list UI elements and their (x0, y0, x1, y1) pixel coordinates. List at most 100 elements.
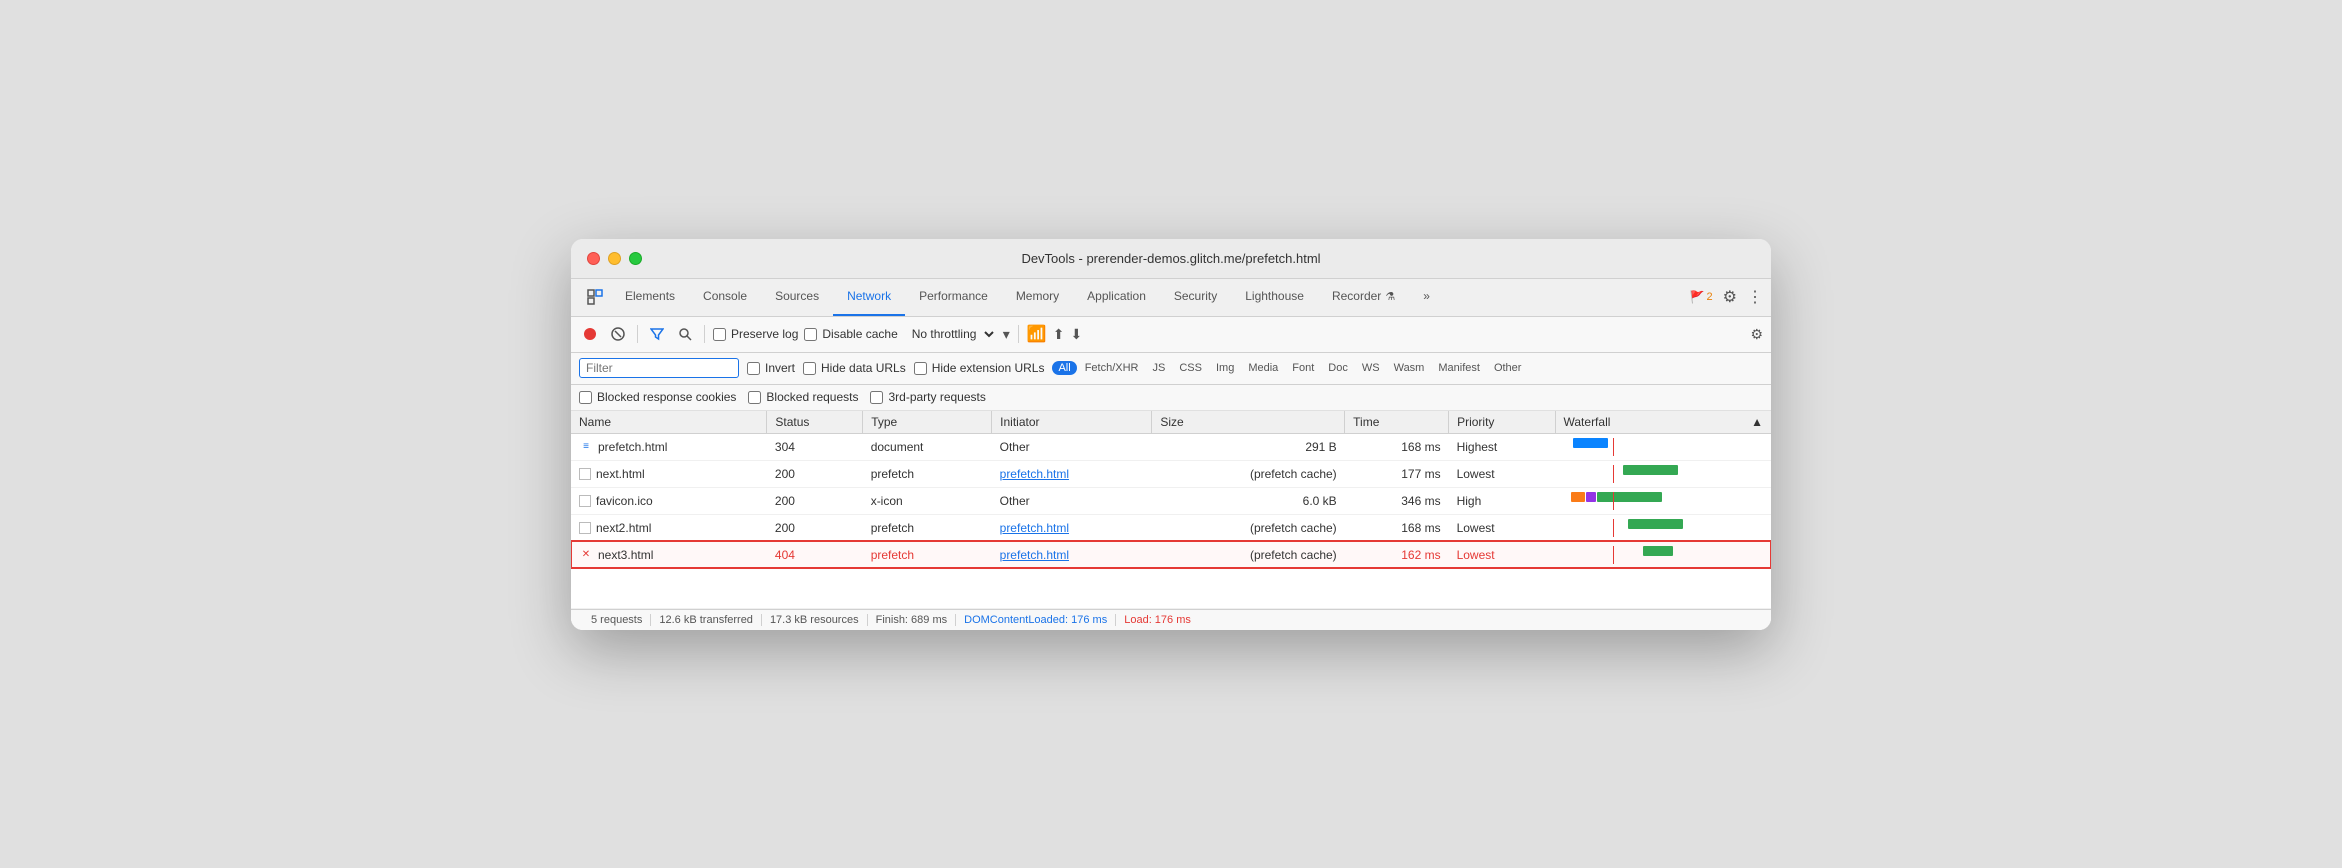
waterfall-bar-4 (1563, 519, 1763, 537)
table-row[interactable]: next2.html 200 prefetch prefetch.html (p… (571, 514, 1771, 541)
filter-row: Invert Hide data URLs Hide extension URL… (571, 353, 1771, 385)
col-size[interactable]: Size (1152, 411, 1345, 434)
resources-size: 17.3 kB resources (762, 614, 868, 626)
col-waterfall[interactable]: Waterfall ▲ (1555, 411, 1771, 434)
upload-icon[interactable]: ⬆ (1053, 326, 1065, 343)
filter-type-all[interactable]: All (1052, 361, 1076, 375)
tab-elements[interactable]: Elements (611, 278, 689, 316)
tabs-bar: Elements Console Sources Network Perform… (571, 279, 1771, 317)
doc-icon: ≡ (579, 440, 593, 454)
tab-more[interactable]: » (1409, 278, 1444, 316)
blocked-cookies-checkbox[interactable] (579, 391, 592, 404)
blocked-requests-label[interactable]: Blocked requests (748, 390, 858, 404)
dom-content-loaded: DOMContentLoaded: 176 ms (956, 614, 1116, 626)
table-row[interactable]: favicon.ico 200 x-icon Other 6.0 kB 346 … (571, 487, 1771, 514)
minimize-button[interactable] (608, 252, 621, 265)
tab-recorder[interactable]: Recorder ⚗ (1318, 278, 1409, 316)
filter-type-other[interactable]: Other (1488, 361, 1528, 375)
initiator-link[interactable]: prefetch.html (1000, 467, 1069, 481)
status-bar: 5 requests 12.6 kB transferred 17.3 kB r… (571, 609, 1771, 630)
more-button[interactable]: ⋮ (1747, 287, 1763, 307)
filter-type-manifest[interactable]: Manifest (1432, 361, 1486, 375)
clear-button[interactable] (607, 323, 629, 345)
col-type[interactable]: Type (863, 411, 992, 434)
hide-ext-checkbox[interactable] (914, 362, 927, 375)
col-status[interactable]: Status (767, 411, 863, 434)
hide-data-urls-checkbox[interactable] (803, 362, 816, 375)
third-party-checkbox[interactable] (870, 391, 883, 404)
filter-type-font[interactable]: Font (1286, 361, 1320, 375)
blocked-cookies-label[interactable]: Blocked response cookies (579, 390, 736, 404)
tab-network[interactable]: Network (833, 278, 905, 316)
disable-cache-label[interactable]: Disable cache (804, 327, 897, 341)
col-priority[interactable]: Priority (1449, 411, 1555, 434)
tab-console[interactable]: Console (689, 278, 761, 316)
table-row[interactable]: ✕ next3.html 404 prefetch prefetch.html … (571, 541, 1771, 568)
tab-performance[interactable]: Performance (905, 278, 1002, 316)
col-name[interactable]: Name (571, 411, 767, 434)
blank-icon (579, 468, 591, 480)
filter-type-doc[interactable]: Doc (1322, 361, 1354, 375)
waterfall-bar-5 (1563, 546, 1763, 564)
filter-type-js[interactable]: JS (1147, 361, 1172, 375)
tab-application[interactable]: Application (1073, 278, 1160, 316)
throttle-dropdown-icon[interactable]: ▾ (1003, 326, 1010, 343)
filter-type-img[interactable]: Img (1210, 361, 1240, 375)
toolbar-divider-3 (1018, 325, 1019, 343)
invert-checkbox[interactable] (747, 362, 760, 375)
tab-security[interactable]: Security (1160, 278, 1231, 316)
filter-toggle-button[interactable] (646, 323, 668, 345)
filter-input[interactable] (586, 361, 716, 375)
network-settings-icon[interactable]: ⚙ (1750, 326, 1763, 343)
wifi-icon[interactable]: 📶 (1027, 324, 1047, 344)
record-button[interactable] (579, 323, 601, 345)
tabs-end: 🚩 2 ⚙ ⋮ (1690, 287, 1763, 307)
waterfall-bar-3 (1563, 492, 1763, 510)
filter-input-wrap (579, 358, 739, 378)
cookies-row: Blocked response cookies Blocked request… (571, 385, 1771, 411)
waterfall-bar-2 (1563, 465, 1763, 483)
flag-button[interactable]: 🚩 2 (1690, 290, 1713, 304)
tab-memory[interactable]: Memory (1002, 278, 1073, 316)
filter-type-ws[interactable]: WS (1356, 361, 1386, 375)
filter-type-media[interactable]: Media (1242, 361, 1284, 375)
close-button[interactable] (587, 252, 600, 265)
disable-cache-checkbox[interactable] (804, 328, 817, 341)
network-table: Name Status Type Initiator Size Time Pri… (571, 411, 1771, 609)
tab-sources[interactable]: Sources (761, 278, 833, 316)
devtools-window: DevTools - prerender-demos.glitch.me/pre… (571, 239, 1771, 630)
devtools-body: Elements Console Sources Network Perform… (571, 279, 1771, 630)
network-table-container: Name Status Type Initiator Size Time Pri… (571, 411, 1771, 609)
titlebar: DevTools - prerender-demos.glitch.me/pre… (571, 239, 1771, 279)
error-icon: ✕ (579, 548, 593, 562)
preserve-log-label[interactable]: Preserve log (713, 327, 798, 341)
maximize-button[interactable] (629, 252, 642, 265)
table-row[interactable]: ≡ prefetch.html 304 document Other 291 B… (571, 433, 1771, 460)
initiator-link[interactable]: prefetch.html (1000, 548, 1069, 562)
filter-type-css[interactable]: CSS (1173, 361, 1208, 375)
download-icon[interactable]: ⬇ (1070, 326, 1082, 343)
table-header-row: Name Status Type Initiator Size Time Pri… (571, 411, 1771, 434)
filter-type-wasm[interactable]: Wasm (1388, 361, 1431, 375)
hide-data-urls-label[interactable]: Hide data URLs (803, 361, 906, 375)
invert-label[interactable]: Invert (747, 361, 795, 375)
waterfall-bar-1 (1563, 438, 1763, 456)
col-initiator[interactable]: Initiator (992, 411, 1152, 434)
col-time[interactable]: Time (1345, 411, 1449, 434)
transferred-size: 12.6 kB transferred (651, 614, 762, 626)
preserve-log-checkbox[interactable] (713, 328, 726, 341)
recorder-flask-icon: ⚗ (1385, 290, 1395, 303)
inspector-icon[interactable] (579, 289, 611, 305)
third-party-label[interactable]: 3rd-party requests (870, 390, 985, 404)
filter-type-fetch[interactable]: Fetch/XHR (1079, 361, 1145, 375)
load-time: Load: 176 ms (1116, 614, 1199, 626)
throttle-select[interactable]: No throttling (904, 326, 997, 342)
table-row[interactable]: next.html 200 prefetch prefetch.html (pr… (571, 460, 1771, 487)
settings-button[interactable]: ⚙ (1723, 287, 1737, 307)
blocked-requests-checkbox[interactable] (748, 391, 761, 404)
tab-lighthouse[interactable]: Lighthouse (1231, 278, 1318, 316)
initiator-link[interactable]: prefetch.html (1000, 521, 1069, 535)
toolbar-divider-2 (704, 325, 705, 343)
hide-ext-label[interactable]: Hide extension URLs (914, 361, 1045, 375)
search-button[interactable] (674, 323, 696, 345)
